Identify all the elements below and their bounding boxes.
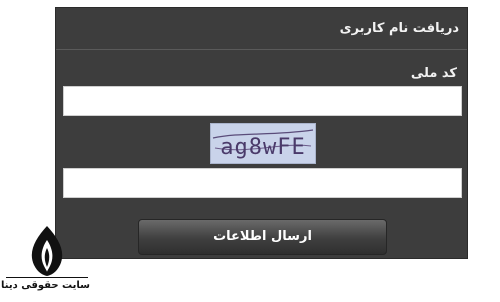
panel-title: دریافت نام کاربری [339, 21, 459, 36]
site-logo: سایت حقوقی دینا [1, 225, 90, 297]
logo-divider [6, 277, 88, 278]
national-code-input[interactable] [63, 86, 462, 116]
captcha-text: ag8wFE [220, 135, 305, 160]
national-code-label: کد ملی [410, 66, 457, 81]
flame-logo-icon [31, 226, 63, 276]
captcha-image: ag8wFE [210, 123, 316, 164]
captcha-input[interactable] [63, 168, 462, 198]
submit-button[interactable]: ارسال اطلاعات [138, 219, 387, 255]
panel-header: دریافت نام کاربری [56, 8, 467, 50]
logo-text: سایت حقوقی دینا [1, 280, 90, 291]
username-request-panel: دریافت نام کاربری کد ملی ag8wFE ارسال اط… [55, 7, 468, 259]
